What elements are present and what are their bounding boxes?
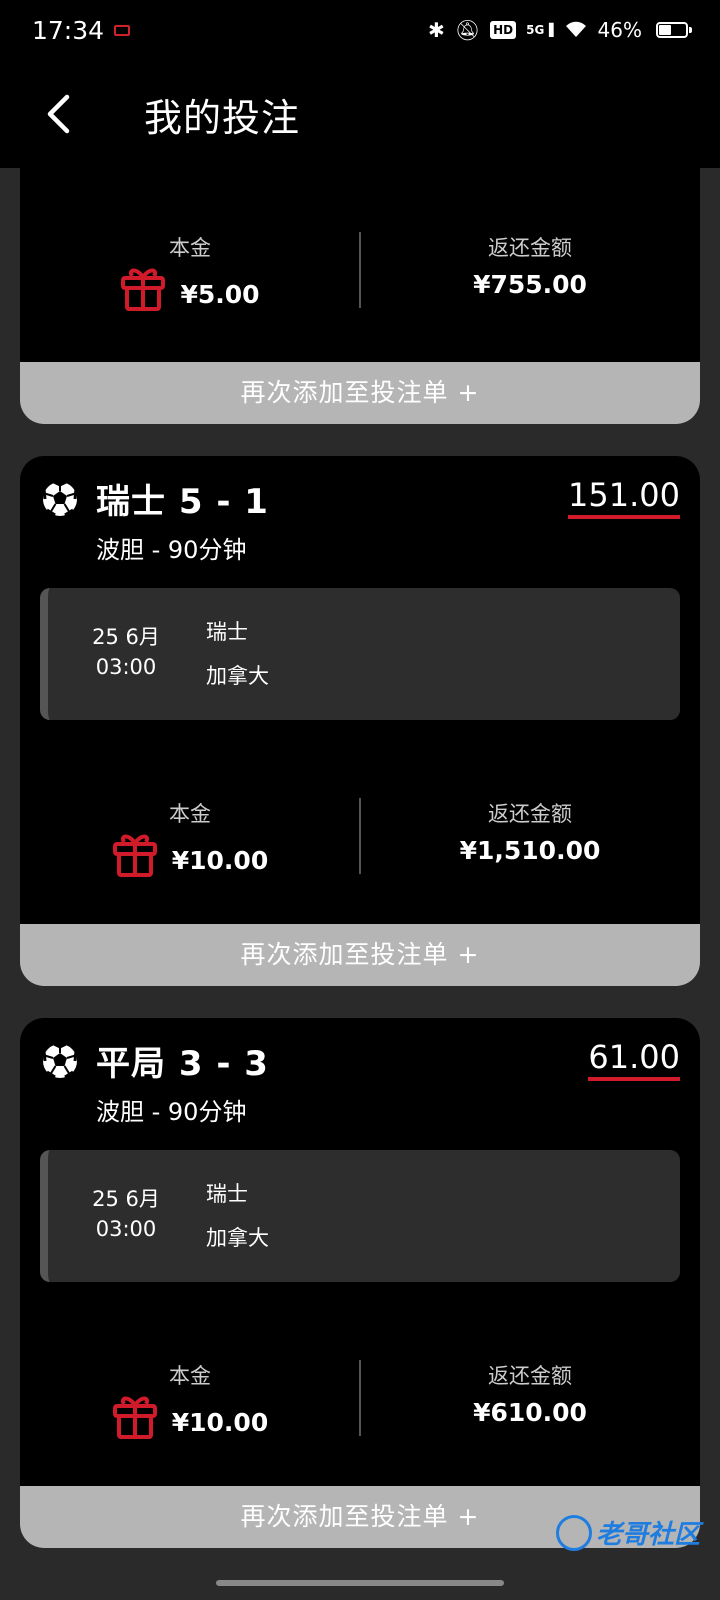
dragon-logo-icon	[556, 1514, 592, 1551]
bet-header: 瑞士 5 - 1 151.00	[40, 474, 680, 523]
stake-column: 本金 ¥10.00	[20, 1360, 360, 1439]
mute-icon: 🔕︎	[454, 18, 481, 42]
gift-icon	[121, 268, 166, 311]
return-label: 返还金额	[488, 802, 572, 826]
notification-icon	[114, 24, 131, 36]
return-amount: ¥610.00	[473, 1398, 587, 1427]
watermark: 老哥社区	[556, 1514, 700, 1551]
battery-percent: 46%	[597, 18, 642, 42]
event-info[interactable]: 25 6月 03:00 瑞士 加拿大	[40, 1150, 680, 1282]
bet-market: 波胆 - 90分钟	[96, 536, 247, 564]
event-date: 25 6月	[92, 625, 160, 649]
stake-section: 本金 ¥10.00 返还金额 ¥1,510.00	[20, 798, 700, 877]
stake-section: 本金 ¥10.00 返还金额 ¥610.00	[20, 1360, 700, 1439]
status-bar: 17:34 ✱ 🔕︎ HD 5G▐ 46%	[0, 0, 720, 60]
stake-amount: ¥10.00	[171, 1407, 269, 1437]
bet-selection: 平局 3 - 3	[96, 1044, 269, 1084]
battery-icon	[656, 22, 692, 38]
home-indicator[interactable]	[216, 1580, 504, 1586]
stake-amount: ¥5.00	[180, 279, 260, 309]
soccer-ball-icon	[41, 479, 79, 518]
return-amount: ¥1,510.00	[459, 836, 601, 865]
stake-column: 本金 ¥10.00	[20, 798, 360, 877]
back-button[interactable]	[28, 84, 88, 144]
stake-label: 本金	[169, 802, 211, 826]
bet-selection: 瑞士 5 - 1	[96, 482, 269, 522]
stake-section: 本金 ¥5.00 返还金额 ¥755.00	[20, 232, 700, 311]
event-datetime: 25 6月 03:00	[88, 1184, 164, 1244]
return-label: 返还金额	[488, 1364, 572, 1388]
stake-label: 本金	[169, 236, 211, 260]
bet-card: 瑞士 5 - 1 151.00 波胆 - 90分钟 25 6月 03:00 瑞士…	[20, 456, 700, 986]
event-date: 25 6月	[92, 1187, 160, 1211]
wifi-icon	[564, 20, 588, 41]
signal-icon: 5G▐	[526, 23, 554, 37]
stake-column: 本金 ¥5.00	[20, 232, 360, 311]
event-time: 03:00	[95, 655, 157, 679]
away-team: 加拿大	[206, 1226, 269, 1250]
chevron-left-icon	[47, 94, 70, 134]
network-type: 5G	[526, 23, 545, 37]
return-column: 返还金额 ¥1,510.00	[360, 798, 700, 874]
watermark-text: 老哥社区	[596, 1520, 701, 1550]
gift-icon	[112, 834, 157, 877]
stake-label: 本金	[169, 1364, 211, 1388]
hd-badge: HD	[490, 21, 517, 39]
bet-odds: 151.00	[568, 479, 680, 519]
event-info[interactable]: 25 6月 03:00 瑞士 加拿大	[40, 588, 680, 720]
page-title: 我的投注	[144, 95, 301, 140]
stake-amount: ¥10.00	[171, 845, 269, 875]
status-icons: ✱ 🔕︎ HD 5G▐ 46%	[427, 18, 692, 42]
return-column: 返还金额 ¥755.00	[360, 232, 700, 308]
away-team: 加拿大	[206, 664, 269, 688]
re-add-to-betslip-button[interactable]: 再次添加至投注单 +	[20, 362, 700, 424]
event-datetime: 25 6月 03:00	[88, 622, 164, 682]
home-team: 瑞士	[206, 620, 248, 644]
return-label: 返还金额	[488, 236, 572, 260]
status-time: 17:34	[32, 15, 105, 45]
bet-card: 本金 ¥5.00 返还金额 ¥755.00 再次添加至投注单 +	[20, 150, 700, 424]
bet-odds: 61.00	[588, 1041, 680, 1081]
event-time: 03:00	[95, 1217, 157, 1241]
bet-header: 平局 3 - 3 61.00	[40, 1036, 680, 1085]
return-amount: ¥755.00	[473, 270, 587, 299]
home-team: 瑞士	[206, 1182, 248, 1206]
soccer-ball-icon	[41, 1041, 79, 1080]
bet-market: 波胆 - 90分钟	[96, 1098, 247, 1126]
gift-icon	[112, 1396, 157, 1439]
return-column: 返还金额 ¥610.00	[360, 1360, 700, 1436]
bet-card: 平局 3 - 3 61.00 波胆 - 90分钟 25 6月 03:00 瑞士 …	[20, 1018, 700, 1548]
re-add-to-betslip-button[interactable]: 再次添加至投注单 +	[20, 924, 700, 986]
bluetooth-icon: ✱	[427, 18, 445, 42]
